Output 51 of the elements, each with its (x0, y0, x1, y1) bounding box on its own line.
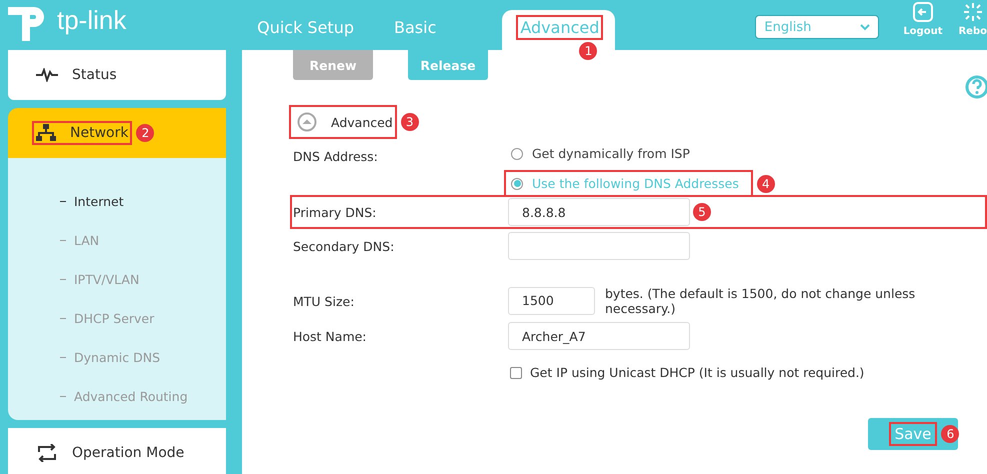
pulse-icon (36, 68, 58, 82)
reboot-icon (962, 2, 984, 22)
radio-option[interactable]: Get dynamically from ISP (508, 143, 700, 164)
step-badge: 5 (693, 203, 711, 221)
chevron-down-icon (860, 24, 870, 30)
radio-label: Use the following DNS Addresses (532, 176, 739, 191)
checkbox[interactable] (510, 366, 522, 378)
action-button[interactable]: Release (408, 50, 488, 80)
header-action[interactable]: Logout (903, 0, 942, 37)
input-field[interactable] (508, 232, 690, 260)
logo-text: tp-link (57, 4, 126, 36)
step-badge: 4 (756, 174, 775, 192)
input-field[interactable]: 1500 (508, 286, 595, 314)
language-select[interactable]: English (755, 15, 880, 39)
field-label: DNS Address: (293, 148, 379, 164)
collapse-icon (297, 112, 317, 132)
submenu-item[interactable]: LAN (8, 221, 226, 260)
step-badge: 1 (579, 42, 598, 60)
field-note: bytes. (The default is 1500, do not change unless necessary.) (605, 286, 916, 316)
radio-button[interactable] (511, 148, 523, 160)
nav-tab[interactable]: Basic (382, 10, 464, 50)
submenu-item[interactable]: IPTV/VLAN (8, 260, 226, 299)
field-label: MTU Size: (293, 294, 356, 308)
sidebar-item[interactable]: Network 2 (8, 108, 226, 158)
field-label: Secondary DNS: (293, 238, 396, 254)
sidebar-item[interactable]: Operation Mode (8, 428, 226, 474)
switch-icon (36, 444, 58, 462)
sidebar-item-label: Status (72, 67, 117, 83)
input-field[interactable]: 8.8.8.8 (508, 198, 690, 226)
sidebar-item[interactable]: Status (8, 50, 226, 100)
save-button[interactable]: Save 6 (868, 418, 958, 450)
field-label: Host Name: (293, 328, 368, 344)
sidebar-item-label: Operation Mode (72, 445, 184, 461)
header-action[interactable]: Rebo (958, 0, 987, 37)
submenu-item[interactable]: Internet (8, 182, 226, 221)
submenu-item[interactable]: DHCP Server (8, 299, 226, 338)
network-icon (36, 124, 56, 142)
step-badge: 6 (941, 425, 960, 443)
step-badge: 2 (136, 124, 154, 142)
step-badge: 3 (400, 113, 419, 131)
submenu-item[interactable]: Dynamic DNS (8, 338, 226, 377)
input-field[interactable]: Archer_A7 (508, 322, 690, 350)
radio-button[interactable] (511, 178, 523, 190)
submenu-item[interactable]: Advanced Routing (8, 377, 226, 416)
logout-icon (912, 2, 934, 22)
highlight-frame (888, 422, 938, 446)
radio-label: Get dynamically from ISP (532, 146, 690, 161)
sidebar-item-label: Network (70, 125, 128, 141)
help-icon[interactable] (965, 75, 987, 99)
nav-tab[interactable]: Quick Setup (245, 10, 382, 50)
field-label: Primary DNS: (293, 204, 378, 220)
